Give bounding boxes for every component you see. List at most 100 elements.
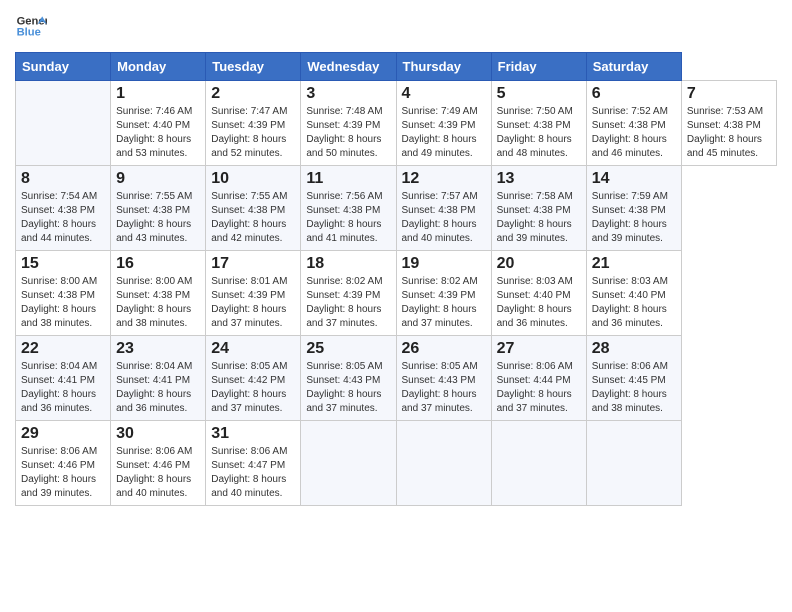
day-number: 23: [116, 340, 200, 358]
day-number: 9: [116, 170, 200, 188]
calendar-cell: 23 Sunrise: 8:04 AM Sunset: 4:41 PM Dayli…: [111, 336, 206, 421]
day-info: Sunrise: 8:06 AM Sunset: 4:47 PM Dayligh…: [211, 445, 295, 501]
calendar-cell: 18 Sunrise: 8:02 AM Sunset: 4:39 PM Dayli…: [301, 251, 396, 336]
day-info: Sunrise: 8:05 AM Sunset: 4:43 PM Dayligh…: [402, 360, 486, 416]
calendar-cell: 26 Sunrise: 8:05 AM Sunset: 4:43 PM Dayli…: [396, 336, 491, 421]
calendar-cell: 19Sunrise: 8:02 AM Sunset: 4:39 PM Dayli…: [396, 251, 491, 336]
calendar-cell: 15 Sunrise: 8:00 AM Sunset: 4:38 PM Dayli…: [16, 251, 111, 336]
calendar-cell: 9 Sunrise: 7:55 AM Sunset: 4:38 PM Daylig…: [111, 166, 206, 251]
calendar-cell: 30 Sunrise: 8:06 AM Sunset: 4:46 PM Dayli…: [111, 421, 206, 506]
header-cell-sunday: Sunday: [16, 53, 111, 81]
day-info: Sunrise: 8:06 AM Sunset: 4:45 PM Dayligh…: [592, 360, 676, 416]
day-number: 6: [592, 85, 676, 103]
empty-cell: [16, 81, 111, 166]
calendar-cell: [491, 421, 586, 506]
day-info: Sunrise: 7:59 AM Sunset: 4:38 PM Dayligh…: [592, 190, 676, 246]
day-info: Sunrise: 8:04 AM Sunset: 4:41 PM Dayligh…: [21, 360, 105, 416]
day-number: 31: [211, 425, 295, 443]
day-number: 13: [497, 170, 581, 188]
week-row-3: 15 Sunrise: 8:00 AM Sunset: 4:38 PM Dayli…: [16, 251, 777, 336]
day-info: Sunrise: 8:06 AM Sunset: 4:44 PM Dayligh…: [497, 360, 581, 416]
header-cell-monday: Monday: [111, 53, 206, 81]
day-info: Sunrise: 7:57 AM Sunset: 4:38 PM Dayligh…: [402, 190, 486, 246]
day-number: 1: [116, 85, 200, 103]
header-cell-friday: Friday: [491, 53, 586, 81]
logo: General Blue: [15, 10, 47, 42]
header-row: SundayMondayTuesdayWednesdayThursdayFrid…: [16, 53, 777, 81]
day-info: Sunrise: 7:50 AM Sunset: 4:38 PM Dayligh…: [497, 105, 581, 161]
day-number: 18: [306, 255, 390, 273]
header-cell-tuesday: Tuesday: [206, 53, 301, 81]
day-info: Sunrise: 7:47 AM Sunset: 4:39 PM Dayligh…: [211, 105, 295, 161]
calendar-cell: 17 Sunrise: 8:01 AM Sunset: 4:39 PM Dayli…: [206, 251, 301, 336]
day-number: 4: [402, 85, 486, 103]
day-number: 7: [687, 85, 771, 103]
day-info: Sunrise: 8:05 AM Sunset: 4:43 PM Dayligh…: [306, 360, 390, 416]
calendar-cell: 6Sunrise: 7:52 AM Sunset: 4:38 PM Daylig…: [586, 81, 681, 166]
calendar-cell: 20Sunrise: 8:03 AM Sunset: 4:40 PM Dayli…: [491, 251, 586, 336]
header-cell-saturday: Saturday: [586, 53, 681, 81]
day-number: 10: [211, 170, 295, 188]
calendar-cell: 13 Sunrise: 7:58 AM Sunset: 4:38 PM Dayli…: [491, 166, 586, 251]
day-number: 2: [211, 85, 295, 103]
calendar-cell: 1Sunrise: 7:46 AM Sunset: 4:40 PM Daylig…: [111, 81, 206, 166]
calendar-table: SundayMondayTuesdayWednesdayThursdayFrid…: [15, 52, 777, 506]
day-number: 27: [497, 340, 581, 358]
day-info: Sunrise: 8:04 AM Sunset: 4:41 PM Dayligh…: [116, 360, 200, 416]
day-info: Sunrise: 7:55 AM Sunset: 4:38 PM Dayligh…: [116, 190, 200, 246]
day-number: 26: [402, 340, 486, 358]
day-number: 29: [21, 425, 105, 443]
week-row-2: 8Sunrise: 7:54 AM Sunset: 4:38 PM Daylig…: [16, 166, 777, 251]
header-cell-wednesday: Wednesday: [301, 53, 396, 81]
calendar-cell: 31 Sunrise: 8:06 AM Sunset: 4:47 PM Dayli…: [206, 421, 301, 506]
day-number: 20: [497, 255, 581, 273]
day-info: Sunrise: 8:02 AM Sunset: 4:39 PM Dayligh…: [306, 275, 390, 331]
calendar-cell: 22 Sunrise: 8:04 AM Sunset: 4:41 PM Dayli…: [16, 336, 111, 421]
week-row-5: 29 Sunrise: 8:06 AM Sunset: 4:46 PM Dayli…: [16, 421, 777, 506]
calendar-cell: 14Sunrise: 7:59 AM Sunset: 4:38 PM Dayli…: [586, 166, 681, 251]
logo-icon: General Blue: [15, 10, 47, 42]
day-number: 11: [306, 170, 390, 188]
page-container: General Blue SundayMondayTuesdayWednesda…: [0, 0, 792, 516]
day-info: Sunrise: 7:55 AM Sunset: 4:38 PM Dayligh…: [211, 190, 295, 246]
header-cell-thursday: Thursday: [396, 53, 491, 81]
day-info: Sunrise: 8:00 AM Sunset: 4:38 PM Dayligh…: [21, 275, 105, 331]
calendar-cell: 16Sunrise: 8:00 AM Sunset: 4:38 PM Dayli…: [111, 251, 206, 336]
calendar-cell: 12 Sunrise: 7:57 AM Sunset: 4:38 PM Dayli…: [396, 166, 491, 251]
day-info: Sunrise: 8:01 AM Sunset: 4:39 PM Dayligh…: [211, 275, 295, 331]
calendar-cell: 28 Sunrise: 8:06 AM Sunset: 4:45 PM Dayli…: [586, 336, 681, 421]
day-info: Sunrise: 7:49 AM Sunset: 4:39 PM Dayligh…: [402, 105, 486, 161]
calendar-cell: [586, 421, 681, 506]
day-number: 28: [592, 340, 676, 358]
calendar-cell: 7Sunrise: 7:53 AM Sunset: 4:38 PM Daylig…: [681, 81, 776, 166]
day-number: 12: [402, 170, 486, 188]
day-number: 30: [116, 425, 200, 443]
calendar-cell: 27 Sunrise: 8:06 AM Sunset: 4:44 PM Dayli…: [491, 336, 586, 421]
day-number: 24: [211, 340, 295, 358]
day-number: 17: [211, 255, 295, 273]
calendar-cell: 24 Sunrise: 8:05 AM Sunset: 4:42 PM Dayli…: [206, 336, 301, 421]
calendar-cell: 21 Sunrise: 8:03 AM Sunset: 4:40 PM Dayli…: [586, 251, 681, 336]
day-info: Sunrise: 7:48 AM Sunset: 4:39 PM Dayligh…: [306, 105, 390, 161]
day-info: Sunrise: 8:03 AM Sunset: 4:40 PM Dayligh…: [592, 275, 676, 331]
calendar-cell: [301, 421, 396, 506]
day-info: Sunrise: 8:06 AM Sunset: 4:46 PM Dayligh…: [116, 445, 200, 501]
day-info: Sunrise: 8:05 AM Sunset: 4:42 PM Dayligh…: [211, 360, 295, 416]
day-number: 25: [306, 340, 390, 358]
page-header: General Blue: [15, 10, 777, 42]
calendar-cell: 4 Sunrise: 7:49 AM Sunset: 4:39 PM Daylig…: [396, 81, 491, 166]
day-number: 15: [21, 255, 105, 273]
calendar-cell: 29 Sunrise: 8:06 AM Sunset: 4:46 PM Dayli…: [16, 421, 111, 506]
day-number: 21: [592, 255, 676, 273]
day-number: 22: [21, 340, 105, 358]
calendar-cell: 8Sunrise: 7:54 AM Sunset: 4:38 PM Daylig…: [16, 166, 111, 251]
day-number: 16: [116, 255, 200, 273]
day-number: 3: [306, 85, 390, 103]
calendar-cell: 11Sunrise: 7:56 AM Sunset: 4:38 PM Dayli…: [301, 166, 396, 251]
svg-text:Blue: Blue: [17, 27, 41, 39]
day-info: Sunrise: 7:58 AM Sunset: 4:38 PM Dayligh…: [497, 190, 581, 246]
day-info: Sunrise: 8:06 AM Sunset: 4:46 PM Dayligh…: [21, 445, 105, 501]
day-info: Sunrise: 8:02 AM Sunset: 4:39 PM Dayligh…: [402, 275, 486, 331]
day-number: 8: [21, 170, 105, 188]
week-row-1: 1Sunrise: 7:46 AM Sunset: 4:40 PM Daylig…: [16, 81, 777, 166]
